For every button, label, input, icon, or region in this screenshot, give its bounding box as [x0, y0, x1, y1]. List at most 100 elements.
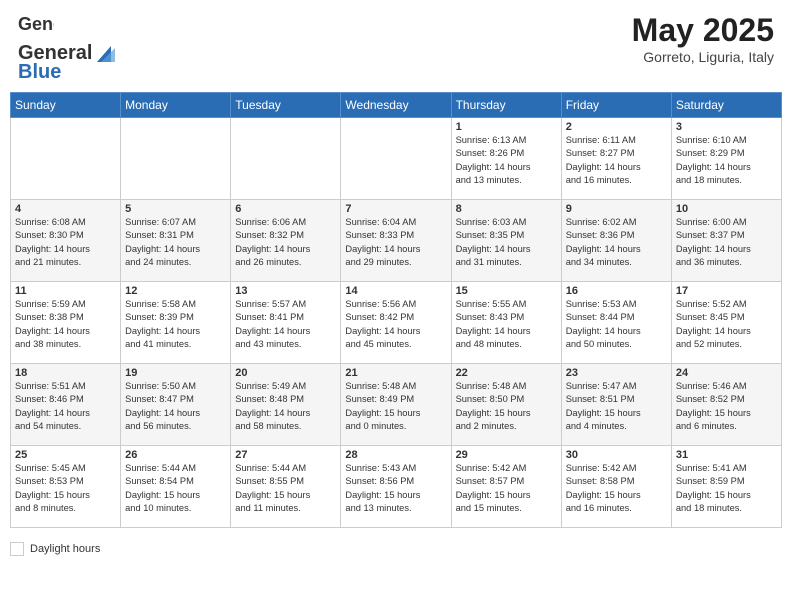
weekday-header-row: SundayMondayTuesdayWednesdayThursdayFrid… [11, 93, 782, 118]
day-number: 11 [15, 285, 116, 297]
calendar-cell: 4Sunrise: 6:08 AM Sunset: 8:30 PM Daylig… [11, 200, 121, 282]
day-info: Sunrise: 5:42 AM Sunset: 8:58 PM Dayligh… [566, 462, 667, 516]
day-info: Sunrise: 5:51 AM Sunset: 8:46 PM Dayligh… [15, 380, 116, 434]
location: Gorreto, Liguria, Italy [632, 49, 774, 65]
calendar-cell: 3Sunrise: 6:10 AM Sunset: 8:29 PM Daylig… [671, 118, 781, 200]
calendar-cell: 28Sunrise: 5:43 AM Sunset: 8:56 PM Dayli… [341, 446, 451, 528]
calendar-week-row: 25Sunrise: 5:45 AM Sunset: 8:53 PM Dayli… [11, 446, 782, 528]
day-info: Sunrise: 5:48 AM Sunset: 8:50 PM Dayligh… [456, 380, 557, 434]
logo: General General Blue [18, 12, 116, 84]
day-number: 29 [456, 449, 557, 461]
calendar-cell: 5Sunrise: 6:07 AM Sunset: 8:31 PM Daylig… [121, 200, 231, 282]
calendar-cell: 19Sunrise: 5:50 AM Sunset: 8:47 PM Dayli… [121, 364, 231, 446]
day-info: Sunrise: 5:50 AM Sunset: 8:47 PM Dayligh… [125, 380, 226, 434]
day-info: Sunrise: 5:45 AM Sunset: 8:53 PM Dayligh… [15, 462, 116, 516]
calendar-cell: 10Sunrise: 6:00 AM Sunset: 8:37 PM Dayli… [671, 200, 781, 282]
day-info: Sunrise: 5:55 AM Sunset: 8:43 PM Dayligh… [456, 298, 557, 352]
day-info: Sunrise: 5:59 AM Sunset: 8:38 PM Dayligh… [15, 298, 116, 352]
logo-blue-text: Blue [18, 61, 116, 84]
day-info: Sunrise: 5:52 AM Sunset: 8:45 PM Dayligh… [676, 298, 777, 352]
day-number: 31 [676, 449, 777, 461]
day-number: 23 [566, 367, 667, 379]
day-number: 17 [676, 285, 777, 297]
day-info: Sunrise: 6:08 AM Sunset: 8:30 PM Dayligh… [15, 216, 116, 270]
legend-label: Daylight hours [30, 543, 100, 555]
calendar-cell: 6Sunrise: 6:06 AM Sunset: 8:32 PM Daylig… [231, 200, 341, 282]
day-number: 4 [15, 203, 116, 215]
day-number: 16 [566, 285, 667, 297]
day-number: 3 [676, 121, 777, 133]
day-info: Sunrise: 5:53 AM Sunset: 8:44 PM Dayligh… [566, 298, 667, 352]
calendar-table: SundayMondayTuesdayWednesdayThursdayFrid… [10, 92, 782, 528]
day-number: 20 [235, 367, 336, 379]
calendar-cell: 8Sunrise: 6:03 AM Sunset: 8:35 PM Daylig… [451, 200, 561, 282]
calendar-cell: 23Sunrise: 5:47 AM Sunset: 8:51 PM Dayli… [561, 364, 671, 446]
day-info: Sunrise: 5:42 AM Sunset: 8:57 PM Dayligh… [456, 462, 557, 516]
day-info: Sunrise: 6:03 AM Sunset: 8:35 PM Dayligh… [456, 216, 557, 270]
calendar-cell: 12Sunrise: 5:58 AM Sunset: 8:39 PM Dayli… [121, 282, 231, 364]
calendar-cell: 29Sunrise: 5:42 AM Sunset: 8:57 PM Dayli… [451, 446, 561, 528]
day-info: Sunrise: 6:06 AM Sunset: 8:32 PM Dayligh… [235, 216, 336, 270]
legend-box [10, 542, 24, 556]
day-number: 5 [125, 203, 226, 215]
calendar-cell: 26Sunrise: 5:44 AM Sunset: 8:54 PM Dayli… [121, 446, 231, 528]
calendar-cell: 17Sunrise: 5:52 AM Sunset: 8:45 PM Dayli… [671, 282, 781, 364]
calendar-week-row: 1Sunrise: 6:13 AM Sunset: 8:26 PM Daylig… [11, 118, 782, 200]
day-number: 27 [235, 449, 336, 461]
calendar-cell: 22Sunrise: 5:48 AM Sunset: 8:50 PM Dayli… [451, 364, 561, 446]
day-info: Sunrise: 6:04 AM Sunset: 8:33 PM Dayligh… [345, 216, 446, 270]
calendar-cell: 11Sunrise: 5:59 AM Sunset: 8:38 PM Dayli… [11, 282, 121, 364]
day-number: 6 [235, 203, 336, 215]
day-number: 26 [125, 449, 226, 461]
page-container: General General Blue May 2025 Gorreto, L… [0, 0, 792, 560]
calendar-cell [121, 118, 231, 200]
day-number: 7 [345, 203, 446, 215]
calendar-cell: 9Sunrise: 6:02 AM Sunset: 8:36 PM Daylig… [561, 200, 671, 282]
weekday-header-thursday: Thursday [451, 93, 561, 118]
day-number: 28 [345, 449, 446, 461]
weekday-header-wednesday: Wednesday [341, 93, 451, 118]
title-block: May 2025 Gorreto, Liguria, Italy [632, 12, 774, 65]
month-title: May 2025 [632, 12, 774, 49]
day-number: 10 [676, 203, 777, 215]
calendar-cell: 24Sunrise: 5:46 AM Sunset: 8:52 PM Dayli… [671, 364, 781, 446]
calendar-cell: 25Sunrise: 5:45 AM Sunset: 8:53 PM Dayli… [11, 446, 121, 528]
day-info: Sunrise: 5:58 AM Sunset: 8:39 PM Dayligh… [125, 298, 226, 352]
calendar-cell: 27Sunrise: 5:44 AM Sunset: 8:55 PM Dayli… [231, 446, 341, 528]
day-info: Sunrise: 6:11 AM Sunset: 8:27 PM Dayligh… [566, 134, 667, 188]
day-number: 21 [345, 367, 446, 379]
day-info: Sunrise: 5:43 AM Sunset: 8:56 PM Dayligh… [345, 462, 446, 516]
day-info: Sunrise: 6:07 AM Sunset: 8:31 PM Dayligh… [125, 216, 226, 270]
day-number: 2 [566, 121, 667, 133]
header: General General Blue May 2025 Gorreto, L… [0, 0, 792, 92]
weekday-header-saturday: Saturday [671, 93, 781, 118]
day-info: Sunrise: 6:02 AM Sunset: 8:36 PM Dayligh… [566, 216, 667, 270]
calendar-week-row: 18Sunrise: 5:51 AM Sunset: 8:46 PM Dayli… [11, 364, 782, 446]
day-number: 19 [125, 367, 226, 379]
calendar-cell: 30Sunrise: 5:42 AM Sunset: 8:58 PM Dayli… [561, 446, 671, 528]
day-number: 25 [15, 449, 116, 461]
day-info: Sunrise: 5:46 AM Sunset: 8:52 PM Dayligh… [676, 380, 777, 434]
day-info: Sunrise: 5:57 AM Sunset: 8:41 PM Dayligh… [235, 298, 336, 352]
day-info: Sunrise: 5:41 AM Sunset: 8:59 PM Dayligh… [676, 462, 777, 516]
logo-icon: General [18, 12, 54, 42]
calendar-week-row: 11Sunrise: 5:59 AM Sunset: 8:38 PM Dayli… [11, 282, 782, 364]
legend: Daylight hours [0, 538, 792, 560]
calendar-cell: 1Sunrise: 6:13 AM Sunset: 8:26 PM Daylig… [451, 118, 561, 200]
day-number: 13 [235, 285, 336, 297]
calendar-cell: 20Sunrise: 5:49 AM Sunset: 8:48 PM Dayli… [231, 364, 341, 446]
calendar-cell [231, 118, 341, 200]
day-number: 18 [15, 367, 116, 379]
day-info: Sunrise: 5:47 AM Sunset: 8:51 PM Dayligh… [566, 380, 667, 434]
calendar-cell: 14Sunrise: 5:56 AM Sunset: 8:42 PM Dayli… [341, 282, 451, 364]
calendar-cell: 13Sunrise: 5:57 AM Sunset: 8:41 PM Dayli… [231, 282, 341, 364]
day-number: 8 [456, 203, 557, 215]
weekday-header-sunday: Sunday [11, 93, 121, 118]
calendar-cell: 7Sunrise: 6:04 AM Sunset: 8:33 PM Daylig… [341, 200, 451, 282]
day-info: Sunrise: 6:00 AM Sunset: 8:37 PM Dayligh… [676, 216, 777, 270]
svg-text:General: General [18, 14, 54, 34]
calendar-week-row: 4Sunrise: 6:08 AM Sunset: 8:30 PM Daylig… [11, 200, 782, 282]
weekday-header-friday: Friday [561, 93, 671, 118]
day-info: Sunrise: 6:13 AM Sunset: 8:26 PM Dayligh… [456, 134, 557, 188]
calendar-cell: 31Sunrise: 5:41 AM Sunset: 8:59 PM Dayli… [671, 446, 781, 528]
